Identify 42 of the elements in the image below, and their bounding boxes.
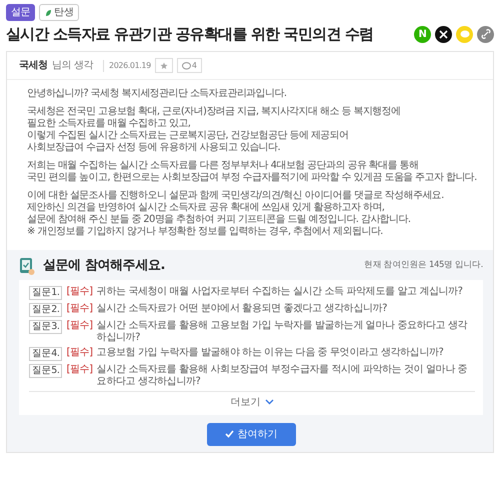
question-number: 질문5.: [29, 364, 62, 378]
post-title: 실시간 소득자료 유관기관 공유확대를 위한 국민의견 수렴: [6, 25, 374, 43]
more-button[interactable]: 더보기: [29, 390, 475, 412]
participant-count: 현재 참여인원은 145명 입니다.: [364, 259, 483, 272]
required-label: [필수]: [66, 302, 93, 314]
survey-heading: 설문에 참여해주세요.: [43, 257, 166, 275]
comment-button[interactable]: 4: [176, 58, 202, 73]
required-label: [필수]: [66, 320, 93, 332]
author-suffix: 님의 생각: [52, 59, 93, 73]
link-icon: [480, 29, 490, 39]
comment-icon: [182, 62, 191, 70]
question-number: 질문1.: [29, 286, 62, 300]
x-logo-icon: [439, 30, 448, 38]
survey-clipboard-icon: [19, 256, 35, 275]
author-name: 국세청: [19, 59, 48, 73]
post-paragraph: 이에 대한 설문조사를 진행하오니 설문과 함께 국민생각/의견/혁신 아이디어를 댓글로 작성해주세요. 제안하신 의견을 반영하여 실시간 소득자료 공유 확대에 쓰임새 있게 활용하고자 하며, 설문에 참여해 주신 분들 중 20명을 추첨하여 커피 기프티콘을 드릴 예정입니다. 감사합니다. ※ 개인정보를 기입하지 않거나 부정확한 정보를 입력하는 경우, 추첨에서 제외됩니다.: [27, 190, 445, 238]
star-icon: [160, 62, 168, 70]
post-paragraph: 안녕하십니까? 국세청 복지세정관리단 소득자료관리과입니다.: [27, 88, 288, 100]
question-link[interactable]: 고용보험 가입 누락자를 발굴해야 하는 이유는 다음 중 무엇이라고 생각하십니까?: [96, 346, 444, 358]
required-label: [필수]: [66, 364, 93, 376]
question-number: 질문2.: [29, 302, 62, 316]
chevron-down-icon: [264, 399, 274, 405]
post-paragraph: 국세청은 전국민 고용보험 확대, 근로(자녀)장려금 지급, 복지사각지대 해소 등 복지행정에 필요한 소득자료를 매월 수집하고 있고, 이렇게 수집된 실시간 소득자료는 근로복지공단, 건강보험공단 등에 제공되어 사회보장급여 수급자 선정 등에 유용하게 사용되고 있습니다.: [27, 106, 402, 154]
status-label: 탄생: [54, 6, 74, 19]
category-tag[interactable]: 설문: [6, 4, 36, 21]
question-link[interactable]: 실시간 소득자료가 어떤 분야에서 활용되면 좋겠다고 생각하십니까?: [96, 302, 388, 314]
favorite-button[interactable]: [154, 58, 173, 73]
leaf-icon: [45, 8, 52, 16]
required-label: [필수]: [66, 286, 93, 298]
speech-bubble-icon: [460, 30, 470, 38]
link-share-button[interactable]: [477, 26, 494, 42]
question-link[interactable]: 실시간 소득자료를 활용해 사회보장급여 부정수급자를 적시에 파악하는 것이 얼마나 중요하다고 생각하십니까?: [96, 364, 475, 388]
post-date: 2026.01.19: [103, 60, 151, 72]
question-number: 질문3.: [29, 320, 62, 334]
question-link[interactable]: 귀하는 국세청이 매월 사업자로부터 수집하는 실시간 소득 파악제도를 알고 계십니까?: [96, 286, 463, 298]
required-label: [필수]: [66, 346, 93, 358]
post-paragraph: 저희는 매월 수집하는 실시간 소득자료를 다른 정부부처나 4대보험 공단과의 공유 확대를 통해 국민 편의를 높이고, 한편으로는 사회보장급여 부정 수급자를적기에 파악할 수 있게끔 도움을 주고자 합니다.: [27, 160, 478, 184]
participate-button[interactable]: 참여하기: [206, 422, 296, 446]
x-share-button[interactable]: [435, 26, 452, 42]
question-number: 질문4.: [29, 346, 62, 360]
check-icon: [224, 430, 234, 438]
question-link[interactable]: 실시간 소득자료를 활용해 고용보험 가입 누락자를 발굴하는게 얼마나 중요하다고 생각하십니까?: [96, 320, 475, 344]
